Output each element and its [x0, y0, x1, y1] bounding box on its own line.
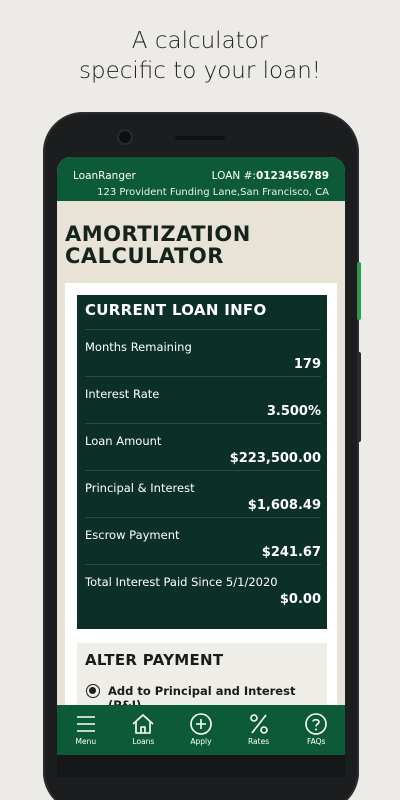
loan-number-value: 0123456789	[255, 170, 329, 182]
nav-apply[interactable]: Apply	[172, 705, 230, 755]
phone-chin	[57, 755, 345, 777]
loan-info-title: CURRENT LOAN INFO	[85, 301, 267, 319]
loan-info-row: Escrow Payment $241.67	[85, 517, 321, 564]
row-value: $1,608.49	[247, 498, 321, 513]
row-label: Loan Amount	[85, 434, 162, 448]
row-value: 3.500%	[266, 404, 321, 419]
nav-menu[interactable]: Menu	[57, 705, 115, 755]
loan-info-row: Principal & Interest $1,608.49	[85, 470, 321, 517]
loan-info-row: Interest Rate 3.500%	[85, 376, 321, 423]
bottom-nav: Menu Loans Apply Rates FAQs	[57, 705, 345, 755]
nav-faqs[interactable]: FAQs	[287, 705, 345, 755]
property-address: 123 Provident Funding Lane,San Francisco…	[97, 187, 329, 198]
phone-volume-button	[357, 352, 361, 442]
phone-side-button	[357, 262, 361, 320]
nav-loans[interactable]: Loans	[115, 705, 173, 755]
loan-info-row: Months Remaining 179	[85, 329, 321, 376]
nav-apply-label: Apply	[190, 737, 212, 746]
row-label: Interest Rate	[85, 387, 160, 401]
nav-rates-label: Rates	[248, 737, 270, 746]
loan-info-row: Loan Amount $223,500.00	[85, 423, 321, 470]
menu-icon	[76, 716, 95, 732]
alter-payment-title: ALTER PAYMENT	[85, 651, 224, 669]
app-screen: LoanRanger LOAN #:0123456789 123 Provide…	[57, 157, 345, 777]
content-panel: CURRENT LOAN INFO Months Remaining 179 I…	[65, 283, 337, 777]
plus-circle-icon	[190, 713, 212, 735]
nav-menu-label: Menu	[75, 737, 97, 746]
front-camera	[119, 131, 131, 143]
add-to-pi-radio[interactable]	[86, 684, 100, 698]
question-circle-icon	[305, 713, 327, 735]
row-value: $223,500.00	[229, 451, 321, 466]
percent-icon	[249, 714, 268, 734]
brand-name: LoanRanger	[73, 170, 136, 182]
loan-number: LOAN #:0123456789	[212, 170, 329, 182]
row-value: $241.67	[261, 545, 321, 560]
earpiece-speaker	[175, 136, 225, 140]
app-header: LoanRanger LOAN #:0123456789 123 Provide…	[57, 157, 345, 201]
row-label: Total Interest Paid Since 5/1/2020	[85, 575, 278, 589]
home-icon	[132, 714, 154, 734]
row-value: $0.00	[279, 592, 321, 607]
row-label: Escrow Payment	[85, 528, 180, 542]
row-value: 179	[293, 357, 321, 372]
loan-number-prefix: LOAN #:	[211, 170, 256, 182]
nav-faqs-label: FAQs	[306, 737, 326, 746]
page-title-line-1: AMORTIZATION	[65, 222, 251, 246]
nav-loans-label: Loans	[132, 737, 155, 746]
current-loan-info-card: CURRENT LOAN INFO Months Remaining 179 I…	[77, 295, 327, 629]
page-title-line-2: CALCULATOR	[65, 244, 224, 268]
promo-line-2: specific to your loan!	[79, 58, 321, 84]
promo-line-1: A calculator	[131, 28, 269, 54]
nav-rates[interactable]: Rates	[230, 705, 288, 755]
promo-headline: A calculator specific to your loan!	[0, 26, 400, 86]
page-title: AMORTIZATION CALCULATOR	[65, 223, 335, 267]
loan-info-row: Total Interest Paid Since 5/1/2020 $0.00	[85, 564, 321, 611]
row-label: Months Remaining	[85, 340, 192, 354]
row-label: Principal & Interest	[85, 481, 195, 495]
